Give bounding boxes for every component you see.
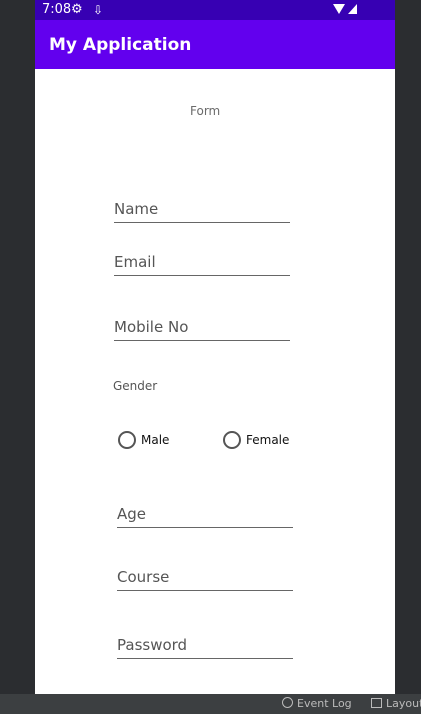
phone-screen: 7:08 ⚙ ⇩ My Application Form Gender Male…: [35, 0, 395, 694]
age-field-container: [117, 503, 293, 528]
male-radio[interactable]: Male: [118, 431, 178, 449]
app-title: My Application: [49, 35, 192, 55]
female-radio[interactable]: Female: [223, 431, 293, 449]
layout-inspector-button[interactable]: Layout: [371, 697, 421, 711]
female-radio-label: Female: [246, 433, 290, 447]
event-log-button[interactable]: Event Log: [282, 697, 352, 711]
event-log-label: Event Log: [297, 697, 352, 710]
app-bar: My Application: [35, 20, 395, 69]
ide-status-bar: Event Log Layout: [0, 694, 421, 714]
course-field-container: [117, 566, 293, 591]
age-input[interactable]: [117, 503, 293, 525]
status-time: 7:08: [42, 2, 72, 17]
settings-icon: ⚙: [71, 2, 83, 17]
course-input[interactable]: [117, 566, 293, 588]
emulator-left-gutter: [0, 0, 35, 694]
email-field-container: [114, 251, 290, 276]
event-log-icon: [282, 697, 293, 708]
layout-icon: [371, 698, 382, 708]
gender-label: Gender: [113, 379, 158, 393]
name-field-container: [114, 198, 290, 223]
male-radio-circle[interactable]: [118, 431, 136, 449]
emulator-right-gutter: [395, 0, 421, 694]
name-input[interactable]: [114, 198, 290, 220]
wifi-icon: [333, 4, 345, 14]
form-title: Form: [190, 104, 221, 118]
male-radio-label: Male: [141, 433, 170, 447]
layout-label: Layout: [386, 697, 421, 710]
email-input[interactable]: [114, 251, 290, 273]
status-bar: 7:08 ⚙ ⇩: [35, 0, 395, 20]
signal-icon: [348, 4, 357, 14]
download-icon: ⇩: [93, 3, 104, 17]
female-radio-circle[interactable]: [223, 431, 241, 449]
password-field-container: [117, 634, 293, 659]
mobile-input[interactable]: [114, 316, 290, 338]
password-input[interactable]: [117, 634, 293, 656]
mobile-field-container: [114, 316, 290, 341]
